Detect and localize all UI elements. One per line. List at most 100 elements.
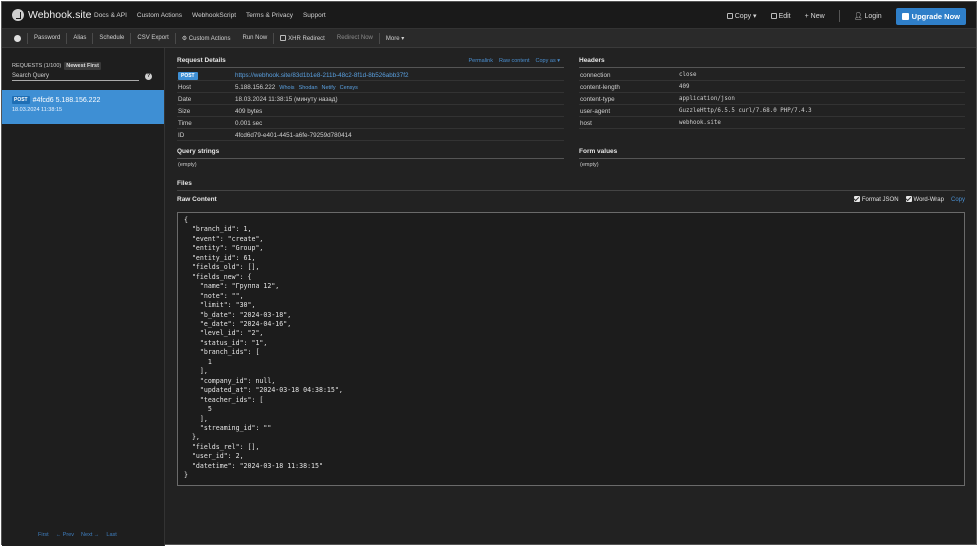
query-strings-header: Query strings (177, 148, 564, 159)
detail-key: POST (178, 72, 198, 80)
header-row: content-type application/json (579, 93, 965, 105)
permalink-link[interactable]: Permalink (469, 58, 493, 64)
header-row: content-length 409 (579, 81, 965, 93)
raw-content-body: { "branch_id": 1, "event": "create", "en… (184, 216, 343, 480)
header-value: application/json (679, 96, 735, 102)
format-json-checkbox[interactable]: Format JSON (853, 196, 899, 203)
detail-value: 5.188.156.222 Whois Shodan Netify Censys (235, 84, 358, 91)
header-row: user-agent GuzzleHttp/6.5.5 curl/7.68.0 … (579, 105, 965, 117)
login-label: Login (864, 13, 882, 20)
detail-value: 409 bytes (235, 108, 263, 115)
header-key: content-length (580, 84, 620, 91)
nav-support[interactable]: Support (303, 12, 326, 19)
request-details-links: Permalink Raw content Copy as ▾ (469, 58, 561, 64)
detail-value: 18.03.2024 11:38:15 (минуту назад) (235, 96, 338, 103)
detail-value: 0.001 sec (235, 120, 263, 127)
detail-key: ID (178, 132, 185, 139)
brand[interactable]: Webhook.site (12, 9, 91, 21)
user-icon: 👤︎ (853, 13, 865, 20)
raw-content-header: Raw Content Format JSON Word-Wrap Copy (177, 196, 965, 207)
detail-key: Host (178, 84, 191, 91)
word-wrap-label: Word-Wrap (913, 197, 944, 203)
detail-row-host: Host 5.188.156.222 Whois Shodan Netify Censy… (177, 81, 564, 93)
detail-value: 4fcd6d79-e401-4451-a6fe-79259d780414 (235, 132, 352, 139)
header-value: 409 (679, 84, 690, 90)
detail-row-id: ID 4fcd6d79-e401-4451-a6fe-79259d780414 (177, 129, 564, 141)
csv-export-button[interactable]: CSV Export (131, 35, 174, 41)
more-menu-button[interactable]: More ▾ (380, 35, 410, 42)
edit-icon (770, 12, 777, 19)
password-button[interactable]: Password (28, 35, 66, 41)
gear-icon: ⚙ (181, 35, 189, 42)
raw-content-title: Raw Content (177, 196, 217, 203)
request-details-header: Request Details Permalink Raw content Co… (177, 57, 564, 68)
headers-header: Headers (579, 57, 965, 68)
detail-key: Size (178, 108, 191, 115)
detail-row-url: POST https://webhook.site/83d1b1e8-211b-… (177, 69, 564, 81)
copy-icon (726, 13, 733, 19)
whois-link[interactable]: Whois (279, 85, 294, 91)
info-icon[interactable] (14, 34, 21, 42)
request-item-title: #4fcd6 5.188.156.222 (32, 96, 101, 104)
newest-first-toggle[interactable]: Newest First (64, 62, 101, 70)
raw-content-link[interactable]: Raw content (499, 58, 530, 64)
custom-actions-button[interactable]: ⚙ Custom Actions (176, 35, 237, 42)
login-button[interactable]: 👤︎ Login (854, 12, 882, 20)
detail-row-date: Date 18.03.2024 11:38:15 (минуту назад) (177, 93, 564, 105)
query-strings-empty: (empty) (178, 162, 197, 168)
copy-menu-button[interactable]: Copy ▾ (726, 12, 757, 20)
raw-content-box[interactable]: { "branch_id": 1, "event": "create", "en… (177, 212, 965, 486)
checkbox-checked-icon (853, 196, 860, 202)
search-input[interactable]: Search Query (12, 71, 139, 81)
copy-raw-link[interactable]: Copy (951, 197, 965, 203)
request-list-item[interactable]: POST #4fcd6 5.188.156.222 18.03.2024 11:… (2, 90, 164, 124)
copy-menu-label: Copy ▾ (734, 13, 757, 20)
word-wrap-checkbox[interactable]: Word-Wrap (905, 196, 944, 203)
raw-content-options: Format JSON Word-Wrap Copy (853, 196, 965, 203)
xhr-redirect-button[interactable]: XHR Redirect (274, 34, 331, 42)
redirect-now-button[interactable]: Redirect Now (331, 35, 379, 41)
detail-row-size: Size 409 bytes (177, 105, 564, 117)
form-values-empty: (empty) (580, 162, 599, 168)
shodan-link[interactable]: Shodan (299, 85, 318, 91)
new-button[interactable]: + New (805, 13, 825, 20)
netify-link[interactable]: Netify (322, 85, 336, 91)
help-icon[interactable]: ? (145, 73, 152, 80)
censys-link[interactable]: Censys (340, 85, 358, 91)
header-key: user-agent (580, 108, 611, 115)
nav-docs-api[interactable]: Docs & API (94, 12, 127, 19)
pager-prev[interactable]: ← Prev (56, 532, 74, 538)
header-key: host (580, 120, 592, 127)
upgrade-icon (901, 12, 909, 20)
detail-key: Time (178, 120, 192, 127)
pager-first[interactable]: First (38, 532, 49, 538)
header-row: connection close (579, 69, 965, 81)
detail-row-time: Time 0.001 sec (177, 117, 564, 129)
edit-button[interactable]: Edit (770, 12, 791, 20)
copy-as-menu[interactable]: Copy as ▾ (536, 58, 560, 64)
format-json-label: Format JSON (861, 197, 899, 203)
run-now-button[interactable]: Run Now (236, 35, 273, 41)
request-item-title-row: POST #4fcd6 5.188.156.222 (12, 96, 154, 104)
header-key: content-type (580, 96, 615, 103)
pager-next[interactable]: Next → (81, 532, 99, 538)
nav-webhookscript[interactable]: WebhookScript (192, 12, 236, 19)
method-badge: POST (12, 96, 30, 104)
schedule-button[interactable]: Schedule (93, 35, 130, 41)
toolbar: Password Alias Schedule CSV Export ⚙ Cus… (2, 29, 976, 48)
custom-actions-label: Custom Actions (188, 35, 231, 42)
nav-terms-privacy[interactable]: Terms & Privacy (246, 12, 293, 19)
header-value: GuzzleHttp/6.5.5 curl/7.68.0 PHP/7.4.3 (679, 108, 812, 114)
host-value: 5.188.156.222 (235, 84, 276, 91)
request-item-date: 18.03.2024 11:38:15 (12, 107, 63, 113)
alias-button[interactable]: Alias (67, 35, 92, 41)
requests-count: REQUESTS (1/100) (12, 63, 62, 69)
nav-custom-actions[interactable]: Custom Actions (137, 12, 182, 19)
pager-last[interactable]: Last (106, 532, 116, 538)
request-url-link[interactable]: https://webhook.site/83d1b1e8-211b-48c2-… (235, 72, 409, 79)
checkbox-checked-icon (905, 196, 912, 202)
upgrade-label: Upgrade Now (911, 11, 960, 21)
app-window: Webhook.site Docs & API Custom Actions W… (1, 1, 977, 546)
requests-sidebar: REQUESTS (1/100) Newest First Search Que… (2, 48, 165, 546)
upgrade-button[interactable]: Upgrade Now (895, 7, 966, 25)
